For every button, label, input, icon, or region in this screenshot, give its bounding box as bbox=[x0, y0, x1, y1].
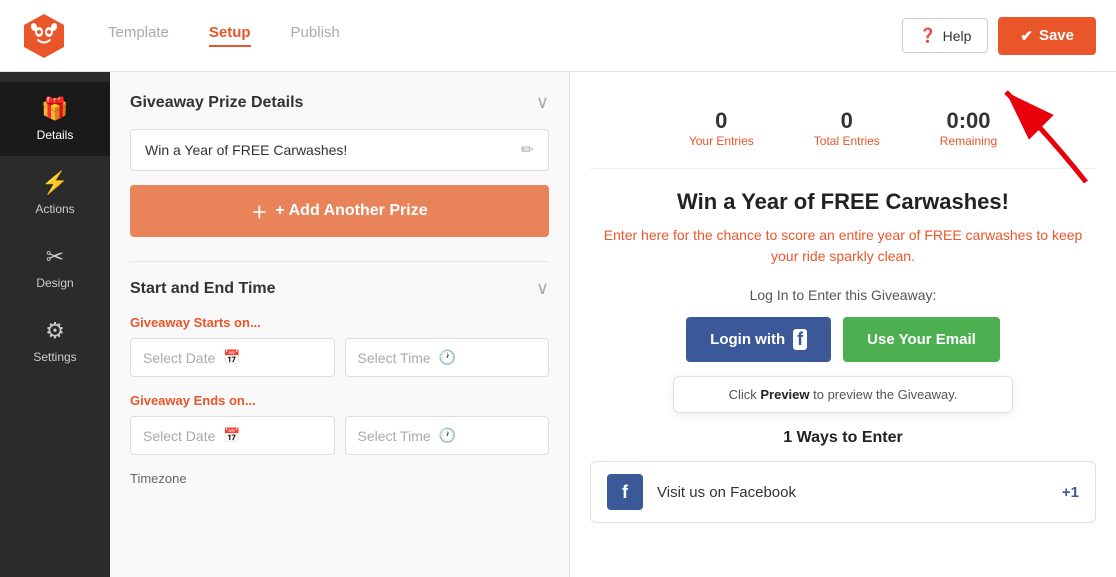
login-buttons: Login with f Use Your Email bbox=[590, 317, 1096, 362]
tooltip-text-end: to preview the Giveaway. bbox=[810, 387, 958, 402]
ways-to-enter-heading: 1 Ways to Enter bbox=[590, 429, 1096, 447]
nav-actions: ❓ Help ✔ Save bbox=[902, 17, 1096, 55]
ends-date-input[interactable]: Select Date 📅 bbox=[130, 416, 335, 455]
entry-fb-icon: f bbox=[607, 474, 643, 510]
preview-title: Win a Year of FREE Carwashes! bbox=[590, 189, 1096, 215]
total-entries-label: Total Entries bbox=[814, 134, 880, 148]
total-entries-number: 0 bbox=[814, 108, 880, 134]
tab-template[interactable]: Template bbox=[108, 24, 169, 47]
checkmark-icon: ✔ bbox=[1020, 27, 1033, 45]
nav-tabs: Template Setup Publish bbox=[108, 24, 902, 47]
ends-label: Giveaway Ends on... bbox=[130, 393, 549, 408]
sidebar-item-settings[interactable]: ⚙ Settings bbox=[0, 304, 110, 378]
entry-method-row[interactable]: f Visit us on Facebook +1 bbox=[590, 461, 1096, 523]
starts-datetime-row: Select Date 📅 Select Time 🕐 bbox=[130, 338, 549, 377]
ends-time-text: Select Time bbox=[358, 428, 431, 444]
preview-desc-highlight: an entire year of FREE carwashes bbox=[819, 227, 1032, 243]
ends-time-input[interactable]: Select Time 🕐 bbox=[345, 416, 550, 455]
sidebar-item-details[interactable]: 🎁 Details bbox=[0, 82, 110, 156]
calendar-icon-2: 📅 bbox=[223, 427, 240, 444]
login-prompt: Log In to Enter this Giveaway: bbox=[590, 287, 1096, 303]
prize-name-text: Win a Year of FREE Carwashes! bbox=[145, 142, 521, 158]
save-button[interactable]: ✔ Save bbox=[998, 17, 1096, 55]
clock-icon-2: 🕐 bbox=[439, 427, 456, 444]
prize-chevron-icon[interactable]: ∨ bbox=[536, 92, 549, 113]
timezone-label: Timezone bbox=[130, 471, 549, 486]
actions-icon: ⚡ bbox=[41, 170, 68, 196]
main-layout: 🎁 Details ⚡ Actions ✂ Design ⚙ Settings … bbox=[0, 72, 1116, 577]
clock-icon: 🕐 bbox=[439, 349, 456, 366]
stat-your-entries: 0 Your Entries bbox=[689, 108, 754, 148]
sidebar: 🎁 Details ⚡ Actions ✂ Design ⚙ Settings bbox=[0, 72, 110, 577]
tab-setup[interactable]: Setup bbox=[209, 24, 251, 47]
your-entries-number: 0 bbox=[689, 108, 754, 134]
top-nav: Template Setup Publish ❓ Help ✔ Save bbox=[0, 0, 1116, 72]
login-facebook-button[interactable]: Login with f bbox=[686, 317, 831, 362]
preview-description: Enter here for the chance to score an en… bbox=[590, 225, 1096, 267]
your-entries-label: Your Entries bbox=[689, 134, 754, 148]
stat-total-entries: 0 Total Entries bbox=[814, 108, 880, 148]
starts-date-input[interactable]: Select Date 📅 bbox=[130, 338, 335, 377]
help-button[interactable]: ❓ Help bbox=[902, 18, 988, 53]
right-preview: 0 Your Entries 0 Total Entries 0:00 Rema… bbox=[570, 72, 1116, 577]
use-email-button[interactable]: Use Your Email bbox=[843, 317, 1000, 362]
time-section-title: Start and End Time bbox=[130, 280, 276, 298]
plus-icon: ＋ bbox=[251, 199, 267, 223]
prize-input-row: Win a Year of FREE Carwashes! ✏ bbox=[130, 129, 549, 171]
gift-icon: 🎁 bbox=[41, 96, 68, 122]
red-arrow-annotation bbox=[986, 72, 1106, 192]
time-chevron-icon[interactable]: ∨ bbox=[536, 278, 549, 299]
entry-method-label: Visit us on Facebook bbox=[657, 484, 1048, 501]
help-icon: ❓ bbox=[919, 27, 936, 44]
design-icon: ✂ bbox=[46, 244, 64, 270]
sidebar-item-design[interactable]: ✂ Design bbox=[0, 230, 110, 304]
starts-label: Giveaway Starts on... bbox=[130, 315, 549, 330]
edit-prize-icon[interactable]: ✏ bbox=[521, 140, 534, 160]
starts-time-text: Select Time bbox=[358, 350, 431, 366]
entry-plus-badge: +1 bbox=[1062, 484, 1079, 501]
center-panel: Giveaway Prize Details ∨ Win a Year of F… bbox=[110, 72, 570, 577]
facebook-icon: f bbox=[793, 329, 807, 350]
tooltip-preview-bold: Preview bbox=[760, 387, 809, 402]
calendar-icon: 📅 bbox=[223, 349, 240, 366]
settings-icon: ⚙ bbox=[45, 318, 65, 344]
login-with-label: Login with bbox=[710, 331, 785, 348]
prize-section-header: Giveaway Prize Details ∨ bbox=[130, 92, 549, 113]
sidebar-item-actions[interactable]: ⚡ Actions bbox=[0, 156, 110, 230]
add-prize-button[interactable]: ＋ + Add Another Prize bbox=[130, 185, 549, 237]
ends-date-text: Select Date bbox=[143, 428, 215, 444]
starts-date-text: Select Date bbox=[143, 350, 215, 366]
time-section-header: Start and End Time ∨ bbox=[130, 278, 549, 299]
starts-time-input[interactable]: Select Time 🕐 bbox=[345, 338, 550, 377]
preview-desc-start: Enter here for the chance to score bbox=[604, 227, 820, 243]
prize-section-title: Giveaway Prize Details bbox=[130, 94, 303, 112]
tab-publish[interactable]: Publish bbox=[291, 24, 340, 47]
tooltip-text: Click bbox=[729, 387, 761, 402]
preview-tooltip: Click Preview to preview the Giveaway. bbox=[673, 376, 1013, 413]
app-logo[interactable] bbox=[20, 12, 68, 60]
ends-datetime-row: Select Date 📅 Select Time 🕐 bbox=[130, 416, 549, 455]
